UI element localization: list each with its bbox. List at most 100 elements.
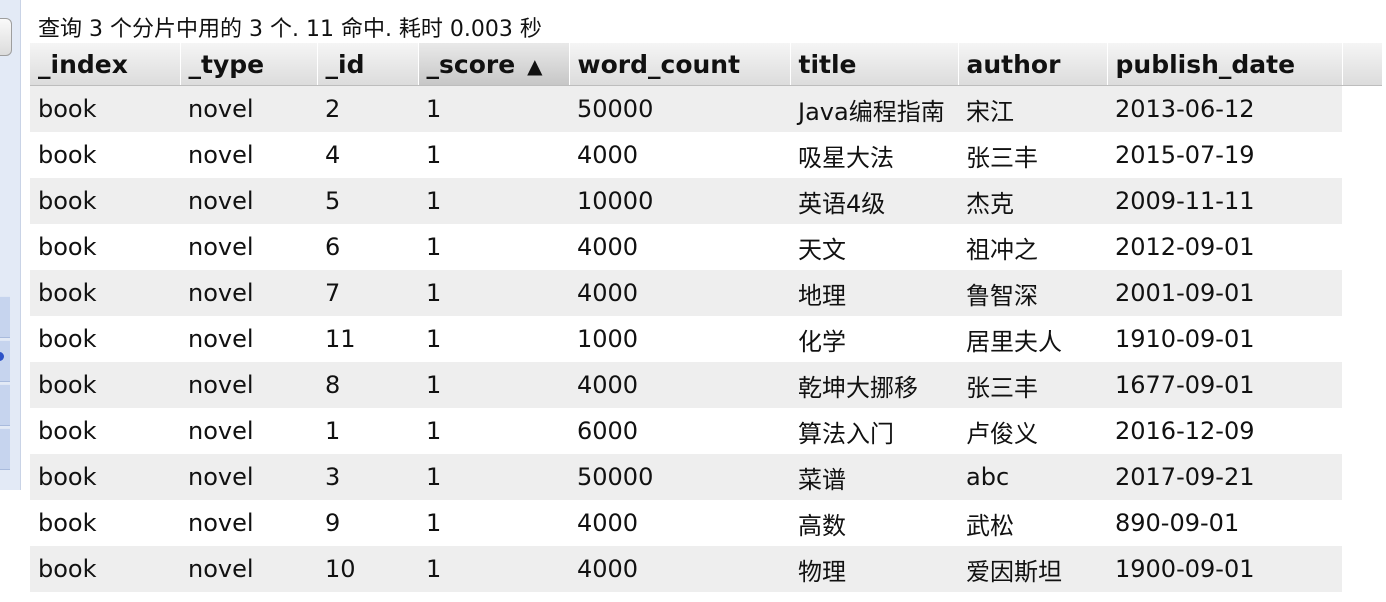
browser-results-view: 查询 3 个分片中用的 3 个. 11 命中. 耗时 0.003 秒 _inde… bbox=[0, 0, 1386, 602]
cell-author: 卢俊义 bbox=[958, 408, 1107, 454]
cell-index: book bbox=[30, 454, 180, 500]
column-header-label: author bbox=[966, 49, 1061, 79]
cell-filler bbox=[1342, 270, 1382, 316]
cell-type: novel bbox=[180, 270, 317, 316]
column-header-author[interactable]: author bbox=[958, 43, 1108, 86]
cell-word-count: 10000 bbox=[569, 178, 790, 224]
table-row[interactable]: book novel 2 1 50000 Java编程指南 宋江 2013-06-12 bbox=[30, 85, 1382, 132]
cell-filler bbox=[1342, 178, 1382, 224]
cell-index: book bbox=[30, 270, 180, 316]
cell-index: book bbox=[30, 362, 180, 408]
cell-index: book bbox=[30, 546, 180, 592]
column-header-index[interactable]: _index bbox=[30, 43, 181, 86]
side-panel-tab[interactable] bbox=[0, 296, 10, 338]
cell-title: Java编程指南 bbox=[790, 85, 958, 132]
cell-word-count: 1000 bbox=[569, 316, 790, 362]
cell-score: 1 bbox=[418, 316, 569, 362]
table-row[interactable]: book novel 7 1 4000 地理 鲁智深 2001-09-01 bbox=[30, 270, 1382, 316]
cell-publish-date: 1910-09-01 bbox=[1107, 316, 1342, 362]
query-summary: 查询 3 个分片中用的 3 个. 11 命中. 耗时 0.003 秒 bbox=[38, 17, 542, 42]
cell-id: 4 bbox=[317, 132, 418, 178]
cell-title: 地理 bbox=[790, 270, 958, 316]
side-panel-tab[interactable] bbox=[0, 428, 10, 470]
cell-publish-date: 2017-09-21 bbox=[1107, 454, 1342, 500]
cell-filler bbox=[1342, 454, 1382, 500]
cell-id: 10 bbox=[317, 546, 418, 592]
column-header-title[interactable]: title bbox=[790, 43, 959, 86]
table-row[interactable]: book novel 8 1 4000 乾坤大挪移 张三丰 1677-09-01 bbox=[30, 362, 1382, 408]
cell-author: abc bbox=[958, 454, 1107, 500]
column-header-id[interactable]: _id bbox=[317, 43, 419, 86]
sort-ascending-icon: ▲ bbox=[527, 53, 543, 78]
cell-type: novel bbox=[180, 178, 317, 224]
column-header-label: _score bbox=[426, 49, 516, 79]
table-row[interactable]: book novel 5 1 10000 英语4级 杰克 2009-11-11 bbox=[30, 178, 1382, 224]
cell-publish-date: 2015-07-19 bbox=[1107, 132, 1342, 178]
table-row[interactable]: book novel 3 1 50000 菜谱 abc 2017-09-21 bbox=[30, 454, 1382, 500]
cell-filler bbox=[1342, 85, 1382, 132]
cell-index: book bbox=[30, 500, 180, 546]
cell-title: 化学 bbox=[790, 316, 958, 362]
cell-type: novel bbox=[180, 224, 317, 270]
cell-id: 8 bbox=[317, 362, 418, 408]
cell-filler bbox=[1342, 316, 1382, 362]
cell-author: 鲁智深 bbox=[958, 270, 1107, 316]
side-panel-tab[interactable] bbox=[0, 384, 10, 426]
panel-toggle-button[interactable] bbox=[0, 18, 12, 56]
column-header-label: _type bbox=[188, 49, 265, 79]
cell-title: 吸星大法 bbox=[790, 132, 958, 178]
cell-score: 1 bbox=[418, 224, 569, 270]
cell-index: book bbox=[30, 85, 180, 132]
cell-word-count: 4000 bbox=[569, 132, 790, 178]
cell-publish-date: 1900-09-01 bbox=[1107, 546, 1342, 592]
side-panel-tab[interactable] bbox=[0, 340, 10, 382]
column-header-filler bbox=[1342, 43, 1382, 86]
cell-title: 算法入门 bbox=[790, 408, 958, 454]
cell-score: 1 bbox=[418, 178, 569, 224]
table-row[interactable]: book novel 4 1 4000 吸星大法 张三丰 2015-07-19 bbox=[30, 132, 1382, 178]
cell-publish-date: 2016-12-09 bbox=[1107, 408, 1342, 454]
cell-id: 2 bbox=[317, 85, 418, 132]
cell-type: novel bbox=[180, 546, 317, 592]
cell-word-count: 4000 bbox=[569, 500, 790, 546]
table-row[interactable]: book novel 6 1 4000 天文 祖冲之 2012-09-01 bbox=[30, 224, 1382, 270]
cell-type: novel bbox=[180, 362, 317, 408]
table-row[interactable]: book novel 11 1 1000 化学 居里夫人 1910-09-01 bbox=[30, 316, 1382, 362]
cell-type: novel bbox=[180, 454, 317, 500]
cell-id: 11 bbox=[317, 316, 418, 362]
column-header-type[interactable]: _type bbox=[180, 43, 318, 86]
cell-title: 乾坤大挪移 bbox=[790, 362, 958, 408]
cell-author: 武松 bbox=[958, 500, 1107, 546]
table-row[interactable]: book novel 1 1 6000 算法入门 卢俊义 2016-12-09 bbox=[30, 408, 1382, 454]
cell-id: 7 bbox=[317, 270, 418, 316]
cell-score: 1 bbox=[418, 500, 569, 546]
cell-score: 1 bbox=[418, 270, 569, 316]
column-header-label: word_count bbox=[577, 49, 741, 79]
table-row[interactable]: book novel 9 1 4000 高数 武松 890-09-01 bbox=[30, 500, 1382, 546]
cell-type: novel bbox=[180, 132, 317, 178]
cell-publish-date: 890-09-01 bbox=[1107, 500, 1342, 546]
cell-word-count: 4000 bbox=[569, 546, 790, 592]
column-header-label: _id bbox=[325, 49, 365, 79]
header-row: _index _type _id _score ▲ word_count titl… bbox=[30, 43, 1382, 86]
cell-title: 物理 bbox=[790, 546, 958, 592]
cell-author: 张三丰 bbox=[958, 362, 1107, 408]
table-row[interactable]: book novel 10 1 4000 物理 爱因斯坦 1900-09-01 bbox=[30, 546, 1382, 592]
cell-id: 5 bbox=[317, 178, 418, 224]
cell-score: 1 bbox=[418, 546, 569, 592]
cell-title: 天文 bbox=[790, 224, 958, 270]
cell-word-count: 4000 bbox=[569, 270, 790, 316]
column-header-word-count[interactable]: word_count bbox=[569, 43, 791, 86]
cell-title: 英语4级 bbox=[790, 178, 958, 224]
cell-title: 高数 bbox=[790, 500, 958, 546]
cell-score: 1 bbox=[418, 362, 569, 408]
cell-index: book bbox=[30, 132, 180, 178]
cell-index: book bbox=[30, 408, 180, 454]
cell-word-count: 4000 bbox=[569, 224, 790, 270]
cell-id: 3 bbox=[317, 454, 418, 500]
cell-author: 爱因斯坦 bbox=[958, 546, 1107, 592]
cell-word-count: 50000 bbox=[569, 85, 790, 132]
column-header-publish-date[interactable]: publish_date bbox=[1107, 43, 1343, 86]
column-header-score[interactable]: _score ▲ bbox=[418, 43, 570, 86]
cell-author: 祖冲之 bbox=[958, 224, 1107, 270]
